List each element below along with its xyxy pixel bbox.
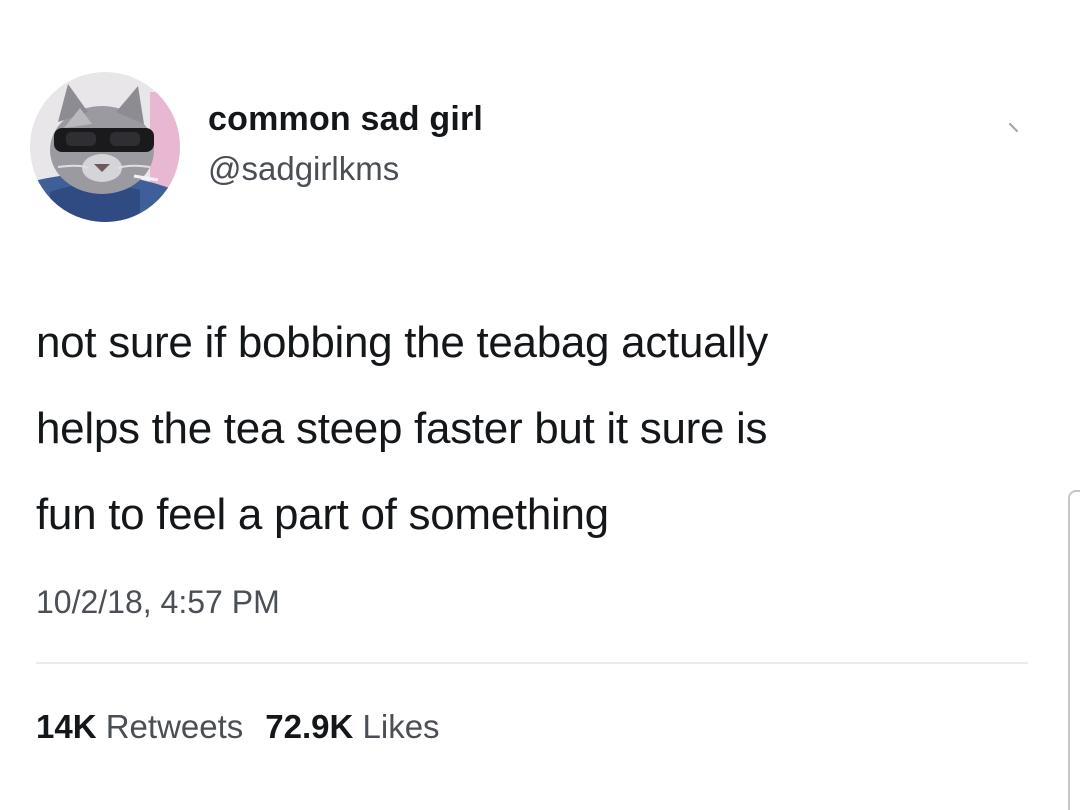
display-name[interactable]: common sad girl xyxy=(208,100,483,139)
tweet-timestamp[interactable]: 10/2/18, 4:57 PM xyxy=(36,584,280,621)
tweet-text-line: fun to feel a part of something xyxy=(36,490,609,539)
avatar-cat-icon xyxy=(30,72,180,222)
avatar[interactable] xyxy=(30,72,180,222)
likes-label: Likes xyxy=(362,708,440,745)
user-handle[interactable]: @sadgirlkms xyxy=(208,150,399,188)
tweet-text-line: not sure if bobbing the teabag actually xyxy=(36,318,768,367)
retweets-label: Retweets xyxy=(105,708,244,745)
likes-count: 72.9K xyxy=(265,708,354,745)
retweets-count: 14K xyxy=(36,708,97,745)
tweet-stats: 14K Retweets 72.9K Likes xyxy=(36,708,440,746)
chevron-down-icon[interactable] xyxy=(1004,118,1030,138)
tweet-text-line: helps the tea steep faster but it sure i… xyxy=(36,404,768,453)
screenshot-edge-artifact xyxy=(1068,490,1080,810)
likes-stat[interactable]: 72.9K Likes xyxy=(265,708,439,745)
tweet-text: not sure if bobbing the teabag actually … xyxy=(36,300,1046,558)
divider xyxy=(36,662,1028,664)
retweets-stat[interactable]: 14K Retweets xyxy=(36,708,243,745)
